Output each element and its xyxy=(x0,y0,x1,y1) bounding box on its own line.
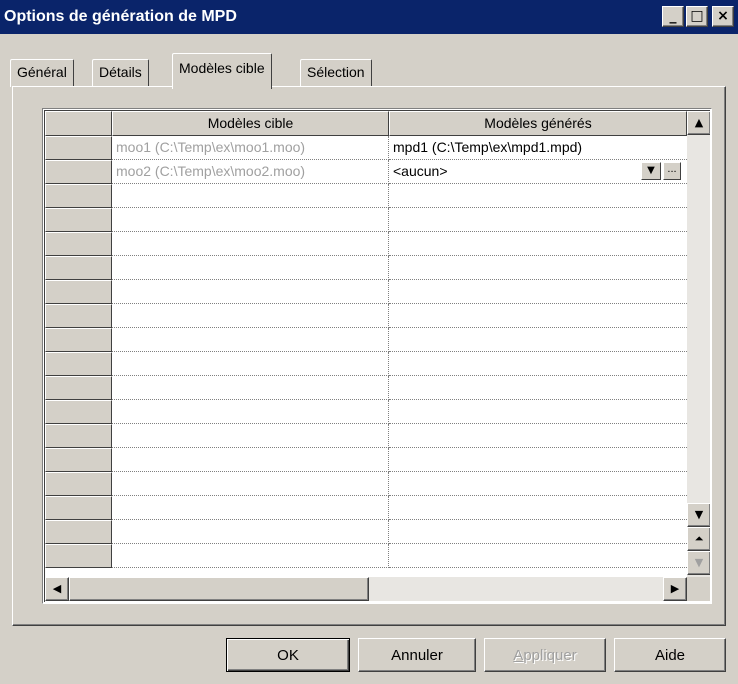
models-grid: Modèles cible Modèles générés moo1 (C:\T… xyxy=(42,108,712,604)
generated-model-cell[interactable]: mpd1 (C:\Temp\ex\mpd1.mpd) xyxy=(389,136,687,160)
generated-model-cell[interactable] xyxy=(389,496,687,520)
tab-details[interactable]: Détails xyxy=(92,59,149,87)
row-header[interactable] xyxy=(45,448,112,472)
minimize-button[interactable]: _ xyxy=(662,6,684,27)
generated-model-cell[interactable] xyxy=(389,472,687,496)
row-header[interactable] xyxy=(45,232,112,256)
help-button[interactable]: Aide xyxy=(614,638,726,672)
generated-model-cell[interactable] xyxy=(389,352,687,376)
scroll-right-button[interactable]: ▶ xyxy=(663,577,687,601)
column-header-generated[interactable]: Modèles générés xyxy=(389,111,687,136)
scroll-down-button[interactable]: ▼ xyxy=(687,503,710,527)
grid-header: Modèles cible Modèles générés xyxy=(45,111,687,136)
scroll-top-button[interactable]: ⏶ xyxy=(687,527,710,551)
target-model-cell[interactable] xyxy=(112,256,389,280)
scroll-left-button[interactable]: ◀ xyxy=(45,577,69,601)
target-model-cell[interactable] xyxy=(112,400,389,424)
target-model-cell[interactable] xyxy=(112,328,389,352)
window-title: Options de génération de MPD xyxy=(4,8,237,25)
row-header[interactable] xyxy=(45,280,112,304)
row-header[interactable] xyxy=(45,520,112,544)
scroll-corner xyxy=(687,577,710,601)
scroll-up-button[interactable]: ▲ xyxy=(687,111,710,135)
row-header[interactable] xyxy=(45,160,112,184)
target-model-cell[interactable] xyxy=(112,304,389,328)
window-controls: _ □ × xyxy=(662,6,734,27)
target-model-cell[interactable] xyxy=(112,184,389,208)
maximize-button[interactable]: □ xyxy=(686,6,708,27)
target-model-cell[interactable]: moo2 (C:\Temp\ex\moo2.moo) xyxy=(112,160,389,184)
row-header[interactable] xyxy=(45,472,112,496)
generated-model-cell[interactable] xyxy=(389,280,687,304)
horizontal-scroll-thumb[interactable] xyxy=(69,577,369,601)
tab-target-models[interactable]: Modèles cible xyxy=(172,53,272,89)
target-model-cell[interactable] xyxy=(112,520,389,544)
generated-model-cell[interactable] xyxy=(389,448,687,472)
row-header[interactable] xyxy=(45,208,112,232)
generated-model-cell[interactable] xyxy=(389,232,687,256)
cancel-button[interactable]: Annuler xyxy=(358,638,476,672)
target-model-cell[interactable] xyxy=(112,208,389,232)
target-model-cell[interactable] xyxy=(112,280,389,304)
row-header[interactable] xyxy=(45,400,112,424)
target-model-cell[interactable] xyxy=(112,496,389,520)
generated-model-cell[interactable] xyxy=(389,304,687,328)
row-header[interactable] xyxy=(45,328,112,352)
generated-model-cell[interactable] xyxy=(389,208,687,232)
row-header[interactable] xyxy=(45,304,112,328)
scroll-bottom-button[interactable]: ▼ xyxy=(687,551,710,575)
target-model-cell[interactable] xyxy=(112,376,389,400)
combo-dropdown-arrow-icon[interactable]: ▼ xyxy=(641,162,661,180)
generated-model-cell[interactable] xyxy=(389,328,687,352)
browse-button[interactable]: ... xyxy=(663,162,681,180)
row-header[interactable] xyxy=(45,544,112,568)
target-model-cell[interactable] xyxy=(112,544,389,568)
generated-model-cell[interactable] xyxy=(389,376,687,400)
ok-button[interactable]: OK xyxy=(226,638,350,672)
row-header[interactable] xyxy=(45,184,112,208)
generated-model-cell[interactable] xyxy=(389,184,687,208)
title-bar: Options de génération de MPD _ □ × xyxy=(0,0,738,34)
generated-model-cell[interactable] xyxy=(389,424,687,448)
target-model-cell[interactable] xyxy=(112,472,389,496)
vertical-scrollbar[interactable]: ▲ ▼ ⏶ ▼ xyxy=(687,111,710,577)
generated-model-cell[interactable] xyxy=(389,520,687,544)
apply-button[interactable]: Appliquer xyxy=(484,638,606,672)
corner-header xyxy=(45,111,112,136)
row-header[interactable] xyxy=(45,256,112,280)
target-model-cell[interactable] xyxy=(112,232,389,256)
row-header[interactable] xyxy=(45,352,112,376)
tab-general[interactable]: Général xyxy=(10,59,74,87)
target-model-cell[interactable] xyxy=(112,352,389,376)
row-header[interactable] xyxy=(45,424,112,448)
generated-model-cell[interactable] xyxy=(389,544,687,568)
row-header[interactable] xyxy=(45,136,112,160)
target-model-cell[interactable] xyxy=(112,448,389,472)
generated-model-cell[interactable] xyxy=(389,256,687,280)
target-model-cell[interactable]: moo1 (C:\Temp\ex\moo1.moo) xyxy=(112,136,389,160)
horizontal-scrollbar[interactable]: ◀ ▶ xyxy=(45,577,687,601)
column-header-target[interactable]: Modèles cible xyxy=(112,111,389,136)
row-header[interactable] xyxy=(45,376,112,400)
row-header[interactable] xyxy=(45,496,112,520)
close-button[interactable]: × xyxy=(712,6,734,27)
target-model-cell[interactable] xyxy=(112,424,389,448)
generated-model-cell[interactable] xyxy=(389,400,687,424)
tab-selection[interactable]: Sélection xyxy=(300,59,372,87)
